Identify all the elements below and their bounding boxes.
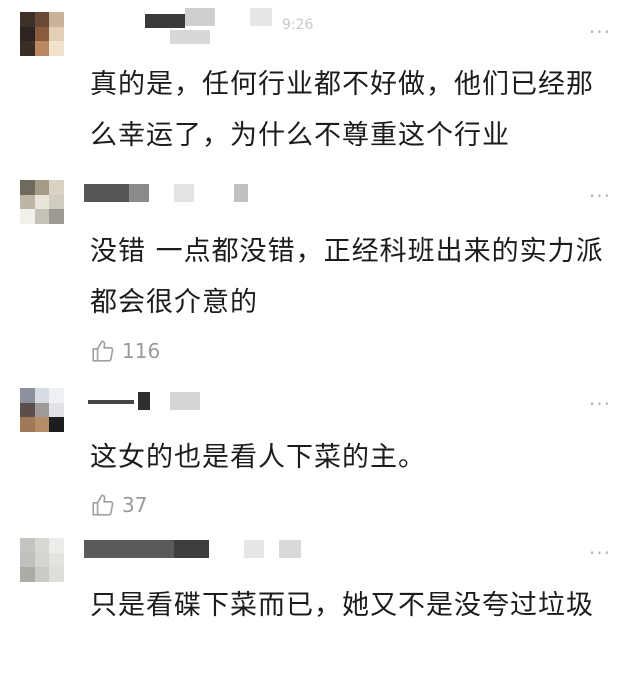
thumbs-up-icon: [92, 340, 114, 362]
comment-text: 真的是，任何行业都不好做，他们已经那么幸运了，为什么不尊重这个行业: [90, 69, 594, 151]
avatar[interactable]: [20, 388, 64, 432]
avatar[interactable]: [20, 12, 64, 56]
like-count: 116: [122, 339, 161, 363]
timestamp: 9:26: [282, 17, 314, 33]
more-dots-icon[interactable]: ···: [589, 186, 611, 206]
like-button[interactable]: 37: [90, 490, 147, 520]
avatar[interactable]: [20, 180, 64, 224]
comment-text: 没错 一点都没错，正经科班出来的实力派都会很介意的: [90, 236, 604, 318]
more-dots-icon[interactable]: ···: [589, 394, 611, 414]
avatar[interactable]: [20, 538, 64, 582]
like-count: 37: [122, 493, 148, 517]
username-blurred[interactable]: [88, 392, 248, 410]
comment-text: 这女的也是看人下菜的主。: [90, 442, 426, 473]
username-blurred[interactable]: [84, 184, 284, 202]
username-blurred[interactable]: [84, 540, 334, 558]
like-button[interactable]: 116: [90, 336, 160, 366]
thumbs-up-icon: [92, 494, 114, 516]
more-dots-icon[interactable]: ···: [589, 22, 611, 42]
more-dots-icon[interactable]: ···: [589, 543, 611, 563]
comment-text: 只是看碟下菜而已，她又不是没夸过垃圾: [90, 590, 594, 621]
